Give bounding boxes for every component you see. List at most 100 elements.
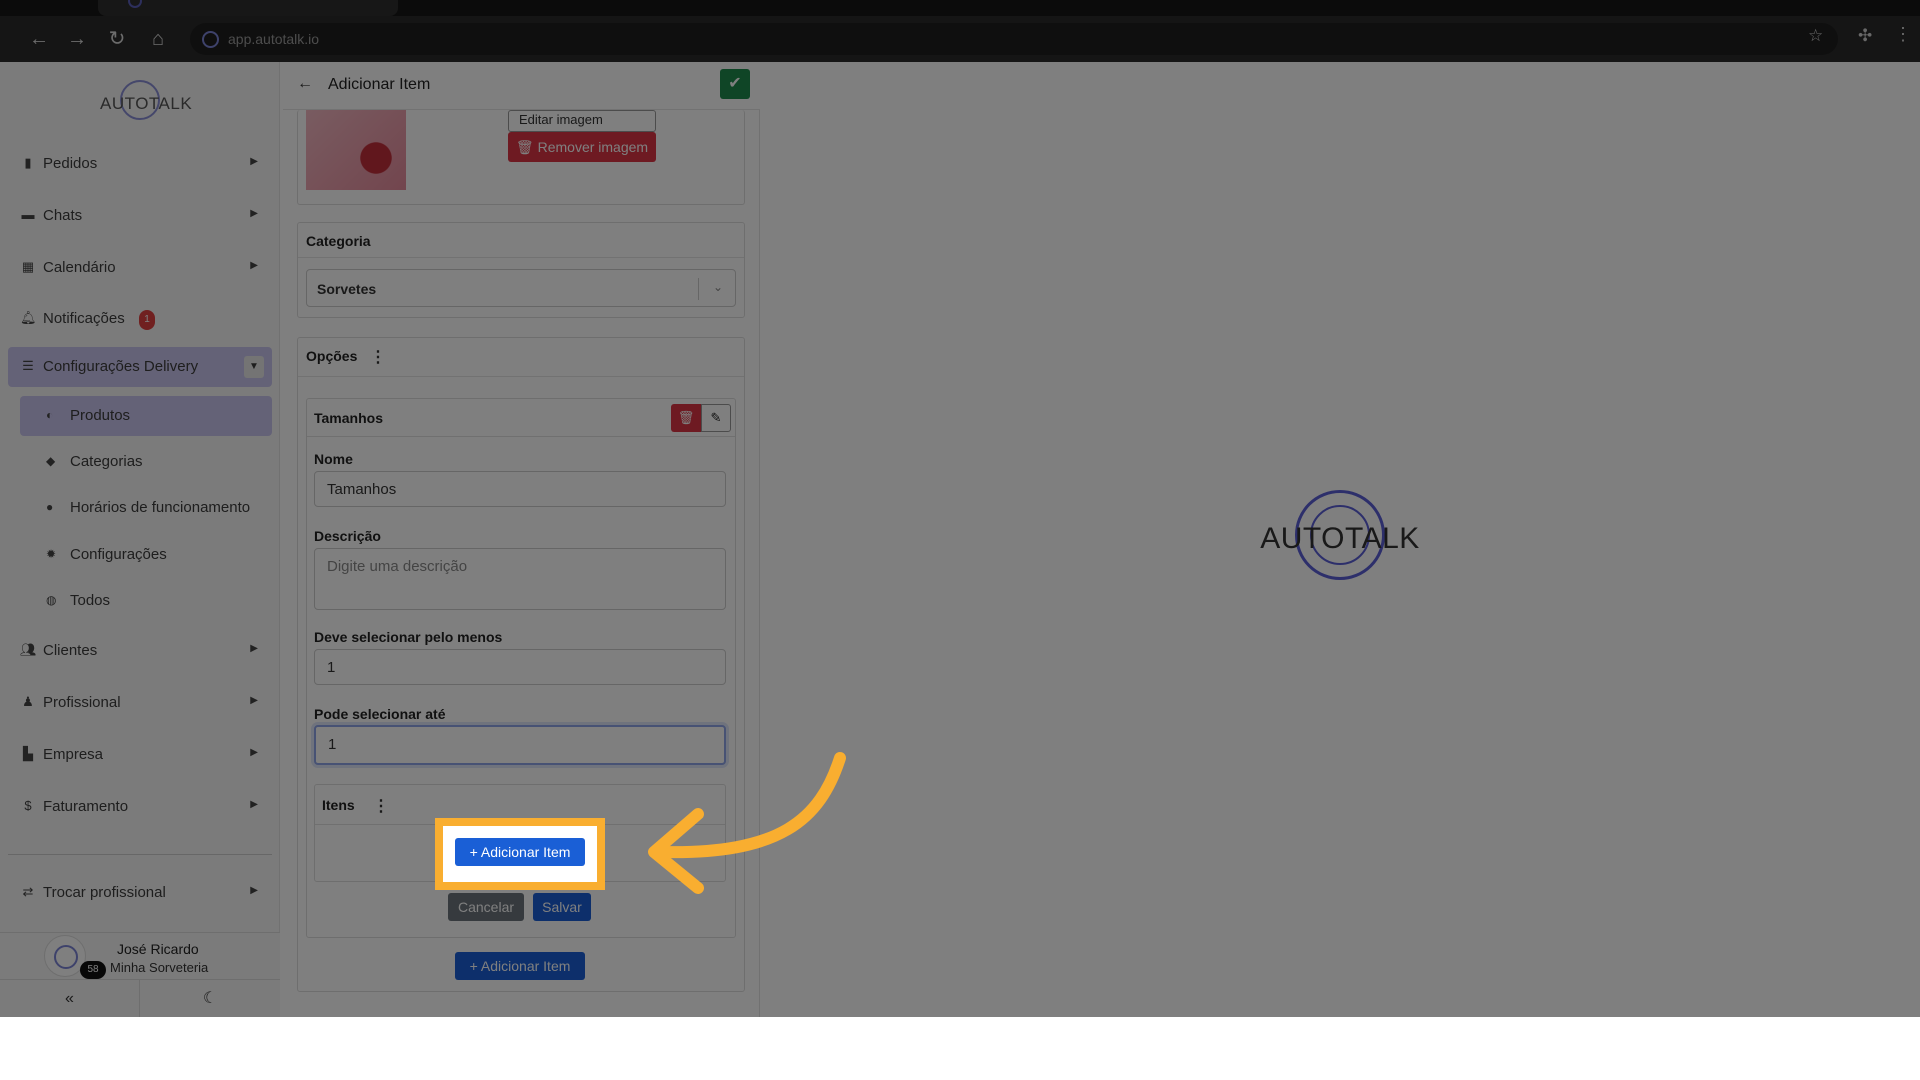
site-icon [202, 31, 219, 48]
items-menu-icon[interactable]: ⋮ [373, 796, 389, 816]
select-separator [698, 278, 699, 300]
options-menu-icon[interactable]: ⋮ [370, 347, 386, 367]
plus-icon: + [469, 958, 481, 974]
browser-menu-icon[interactable]: ⋮ [1894, 24, 1912, 45]
lock-icon: ◐ [46, 408, 54, 422]
caret-right-icon: ▶ [250, 260, 258, 271]
edit-image-label: Editar imagem [519, 112, 603, 127]
user-card[interactable]: 58 José Ricardo Minha Sorveteria [0, 932, 280, 979]
main-area: AUTOTALK [760, 62, 1920, 1017]
remove-image-button[interactable]: 🗑︎ Remover imagem [508, 132, 656, 162]
sidebar-item-notificacoes[interactable]: 🔔︎ Notificações 1 [8, 299, 272, 339]
sidebar-subitem-horarios[interactable]: ● Horários de funcionamento [20, 488, 272, 528]
category-title: Categoria [306, 233, 371, 249]
highlight-box: + Adicionar Item [435, 818, 605, 890]
sidebar-subitem-label: Categorias [70, 453, 143, 470]
clipboard-icon: ▮ [24, 155, 32, 170]
address-bar[interactable]: app.autotalk.io [190, 23, 1838, 55]
pointer-arrow-icon [648, 752, 846, 894]
browser-tab[interactable] [98, 0, 398, 16]
globe-icon: ◍ [46, 593, 57, 607]
bell-icon: 🔔︎ [20, 310, 37, 325]
sidebar-item-label: Calendário [43, 259, 116, 276]
user-switch-icon: ⇄ [22, 884, 34, 899]
sidebar-subitem-label: Produtos [70, 407, 131, 424]
chat-icon: ▬ [21, 207, 35, 222]
panel-header: ← Adicionar Item ✔ [283, 62, 760, 110]
sidebar-subitem-categorias[interactable]: ◆ Categorias [20, 442, 272, 482]
caret-right-icon: ▶ [250, 156, 258, 167]
caret-right-icon: ▶ [250, 799, 258, 810]
url-text: app.autotalk.io [228, 31, 320, 47]
logo-text: AUTOTALK [100, 94, 193, 113]
clock-icon: ● [46, 500, 54, 514]
sidebar-item-empresa[interactable]: ▙ Empresa ▶ [8, 735, 272, 775]
option-group-header: Tamanhos 🗑︎ ✎ [307, 399, 735, 437]
caret-right-icon: ▶ [250, 747, 258, 758]
sidebar-subitem-produtos[interactable]: ◐ Produtos [20, 396, 272, 436]
sidebar-item-trocar-profissional[interactable]: ⇄ Trocar profissional ▶ [8, 873, 272, 913]
name-field[interactable]: Tamanhos [314, 471, 726, 507]
caret-right-icon: ▶ [250, 695, 258, 706]
sidebar-item-profissional[interactable]: ♟ Profissional ▶ [8, 683, 272, 723]
back-icon[interactable]: ← [28, 28, 50, 50]
remove-image-label: Remover imagem [537, 139, 649, 155]
caret-down-icon[interactable]: ▼ [244, 356, 264, 378]
dollar-icon: $ [24, 798, 32, 813]
edit-option-button[interactable]: ✎ [701, 404, 731, 432]
back-arrow-icon[interactable]: ← [297, 75, 313, 93]
bookmark-star-icon[interactable]: ☆ [1808, 26, 1823, 46]
add-item-button[interactable]: + Adicionar Item [455, 838, 585, 866]
delete-option-button[interactable]: 🗑︎ [671, 404, 701, 432]
sidebar-subitem-configuracoes[interactable]: ✹ Configurações [20, 535, 272, 575]
category-select[interactable]: Sorvetes ⌄ [306, 269, 736, 307]
sidebar-item-label: Notificações [43, 310, 125, 327]
edit-image-button[interactable]: Editar imagem [508, 110, 656, 132]
avatar-ring [54, 945, 78, 969]
sidebar-item-label: Configurações Delivery [43, 358, 199, 375]
sidebar-item-configuracoes-delivery[interactable]: ☰ Configurações Delivery ▼ [8, 347, 272, 387]
extensions-icon[interactable]: ✣ [1858, 26, 1872, 46]
sidebar-item-chats[interactable]: ▬ Chats ▶ [8, 196, 272, 236]
center-logo: AUTOTALK [1257, 490, 1423, 590]
sidebar-subitem-label: Horários de funcionamento [70, 499, 251, 516]
dark-mode-icon[interactable]: ☾ [140, 980, 280, 1017]
cancel-button[interactable]: Cancelar [448, 893, 524, 921]
image-card: Editar imagem 🗑︎ Remover imagem [297, 110, 745, 205]
collapse-sidebar-icon[interactable]: « [0, 980, 140, 1017]
forward-icon[interactable]: → [66, 28, 88, 50]
save-button[interactable]: Salvar [533, 893, 591, 921]
sliders-icon: ☰ [22, 358, 34, 373]
add-option-item-button[interactable]: + Adicionar Item [455, 952, 585, 980]
panel-title: Adicionar Item [328, 76, 431, 93]
card-divider [298, 376, 744, 377]
product-image [306, 110, 406, 190]
min-select-field[interactable]: 1 [314, 649, 726, 685]
name-label: Nome [314, 451, 353, 467]
sidebar-subitem-label: Todos [70, 592, 111, 609]
option-group-title: Tamanhos [314, 410, 383, 426]
sidebar-item-clientes[interactable]: 👥︎ Clientes ▶ [8, 631, 272, 671]
items-title: Itens [322, 797, 355, 813]
sidebar-item-faturamento[interactable]: $ Faturamento ▶ [8, 787, 272, 827]
sidebar-item-label: Trocar profissional [43, 884, 166, 901]
calendar-icon: ▦ [21, 259, 35, 274]
description-field[interactable]: Digite uma descrição [314, 548, 726, 610]
sidebar-subitem-label: Configurações [70, 546, 167, 563]
description-label: Descrição [314, 528, 381, 544]
add-item-bottom-label: Adicionar Item [480, 958, 571, 974]
users-icon: 👥︎ [20, 642, 37, 657]
sidebar-item-label: Empresa [43, 746, 104, 763]
reload-icon[interactable]: ↻ [106, 28, 128, 50]
sidebar-item-calendario[interactable]: ▦ Calendário ▶ [8, 248, 272, 288]
tab-favicon-icon [128, 0, 142, 8]
home-icon[interactable]: ⌂ [147, 28, 169, 50]
browser-toolbar: ← → ↻ ⌂ app.autotalk.io ☆ ✣ ⋮ [0, 16, 1920, 62]
sidebar-item-label: Pedidos [43, 155, 98, 172]
sidebar-item-pedidos[interactable]: ▮ Pedidos ▶ [8, 144, 272, 184]
tab-strip [0, 0, 1920, 16]
sidebar-logo: AUTOTALK [100, 80, 193, 120]
sidebar-subitem-todos[interactable]: ◍ Todos [20, 581, 272, 621]
confirm-button[interactable]: ✔ [720, 69, 750, 99]
trash-icon: 🗑︎ [515, 139, 538, 155]
